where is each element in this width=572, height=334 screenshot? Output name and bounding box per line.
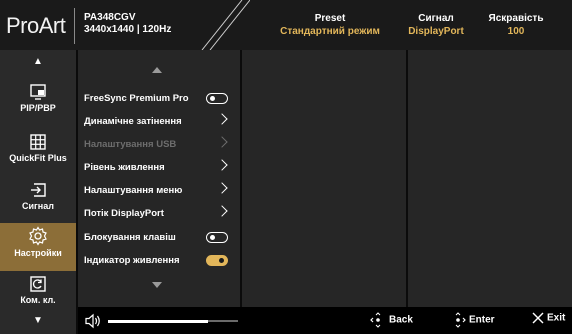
menu-item-freesync[interactable]: FreeSync Premium Pro <box>84 89 234 109</box>
rail-item-settings[interactable]: Настройки <box>0 223 76 271</box>
menu-item-label: Індикатор живлення <box>84 255 180 266</box>
category-rail: ▲ PIP/PBP QuickFit Plus Сигнал Настройки… <box>0 50 76 334</box>
menu-item-dynamic-dimming[interactable]: Динамічне затінення <box>84 112 234 132</box>
chevron-right-icon <box>216 205 228 217</box>
pip-icon <box>30 84 46 100</box>
rail-item-label: QuickFit Plus <box>9 153 67 163</box>
speaker-icon <box>85 313 100 329</box>
bottom-bar: Back Enter Exit <box>78 307 572 334</box>
menu-scroll-down-icon[interactable] <box>152 282 162 288</box>
rail-item-label: Ком. кл. <box>20 295 56 305</box>
menu-item-power-level[interactable]: Рівень живлення <box>84 158 234 178</box>
menu-item-displayport-stream[interactable]: Потік DisplayPort <box>84 204 234 224</box>
exit-button[interactable]: Exit <box>532 312 565 324</box>
menu-item-label: Потік DisplayPort <box>84 208 164 219</box>
rail-item-label: PIP/PBP <box>20 103 56 113</box>
joystick-back-icon <box>370 312 381 328</box>
enter-button[interactable]: Enter <box>450 312 495 328</box>
grid-icon <box>30 134 46 150</box>
freesync-toggle[interactable] <box>206 93 228 104</box>
preset-value: Стандартний режим <box>280 26 380 37</box>
back-button[interactable]: Back <box>370 312 413 328</box>
menu-item-key-lock[interactable]: Блокування клавіш <box>84 228 234 248</box>
menu-item-label: FreeSync Premium Pro <box>84 93 189 104</box>
toggle-knob <box>210 235 215 240</box>
submenu-panel <box>242 50 406 307</box>
toggle-knob <box>210 96 215 101</box>
header-divider <box>74 8 75 44</box>
rail-item-pip-pbp[interactable]: PIP/PBP <box>0 80 76 126</box>
close-icon <box>532 312 544 324</box>
rail-item-shortcut[interactable]: Ком. кл. <box>0 272 76 318</box>
chevron-right-icon <box>216 182 228 194</box>
settings-menu-panel: FreeSync Premium Pro Динамічне затінення… <box>78 50 240 307</box>
rail-item-quickfit-plus[interactable]: QuickFit Plus <box>0 130 76 176</box>
rail-scroll-up-icon[interactable]: ▲ <box>0 56 76 67</box>
rail-item-signal[interactable]: Сигнал <box>0 178 76 224</box>
chevron-right-icon <box>216 113 228 125</box>
signal-value: DisplayPort <box>408 26 464 37</box>
volume-level-fill <box>108 319 209 323</box>
preset-label: Preset <box>314 13 346 24</box>
menu-item-menu-settings[interactable]: Налаштування меню <box>84 181 234 201</box>
gear-icon <box>29 226 47 246</box>
menu-item-label: Рівень живлення <box>84 162 165 173</box>
exit-label: Exit <box>547 312 566 324</box>
header-slash-decoration <box>201 0 250 50</box>
rail-item-label: Сигнал <box>22 201 54 211</box>
volume-slider[interactable] <box>108 319 238 323</box>
preset-status: Preset Стандартний режим <box>270 12 390 38</box>
menu-scroll-up-icon[interactable] <box>152 67 162 73</box>
menu-item-power-indicator[interactable]: Індикатор живлення <box>84 251 234 271</box>
key-lock-toggle[interactable] <box>206 232 228 243</box>
power-indicator-toggle[interactable] <box>206 255 228 266</box>
menu-item-label: Налаштування USB <box>84 139 177 150</box>
value-panel <box>408 50 572 307</box>
rail-scroll-down-icon[interactable]: ▼ <box>0 315 76 326</box>
menu-item-label: Блокування клавіш <box>84 232 176 243</box>
chevron-right-icon <box>216 136 228 148</box>
rail-item-label: Настройки <box>14 248 62 258</box>
brightness-label: Яскравість <box>488 13 544 24</box>
menu-item-usb-settings: Налаштування USB <box>84 135 234 155</box>
chevron-right-icon <box>216 159 228 171</box>
enter-label: Enter <box>469 314 495 326</box>
back-label: Back <box>389 314 413 326</box>
osd-header: ProArt PA348CGV 3440x1440 | 120Hz Preset… <box>0 0 572 50</box>
joystick-enter-icon <box>455 312 466 328</box>
brightness-value: 100 <box>507 26 525 37</box>
input-icon <box>31 183 46 197</box>
model-name: PA348CGV <box>84 12 136 23</box>
menu-item-label: Динамічне затінення <box>84 116 182 127</box>
monitor-osd: ProArt PA348CGV 3440x1440 | 120Hz Preset… <box>0 0 572 334</box>
signal-label: Сигнал <box>418 13 454 24</box>
model-resolution: 3440x1440 | 120Hz <box>84 24 172 35</box>
toggle-knob <box>219 258 224 263</box>
model-info: PA348CGV 3440x1440 | 120Hz <box>84 12 171 36</box>
brand-logo: ProArt <box>6 13 66 38</box>
menu-item-label: Налаштування меню <box>84 185 183 196</box>
brightness-status: Яскравість 100 <box>476 12 556 38</box>
signal-status: Сигнал DisplayPort <box>396 12 476 38</box>
shortcut-icon <box>30 276 46 292</box>
